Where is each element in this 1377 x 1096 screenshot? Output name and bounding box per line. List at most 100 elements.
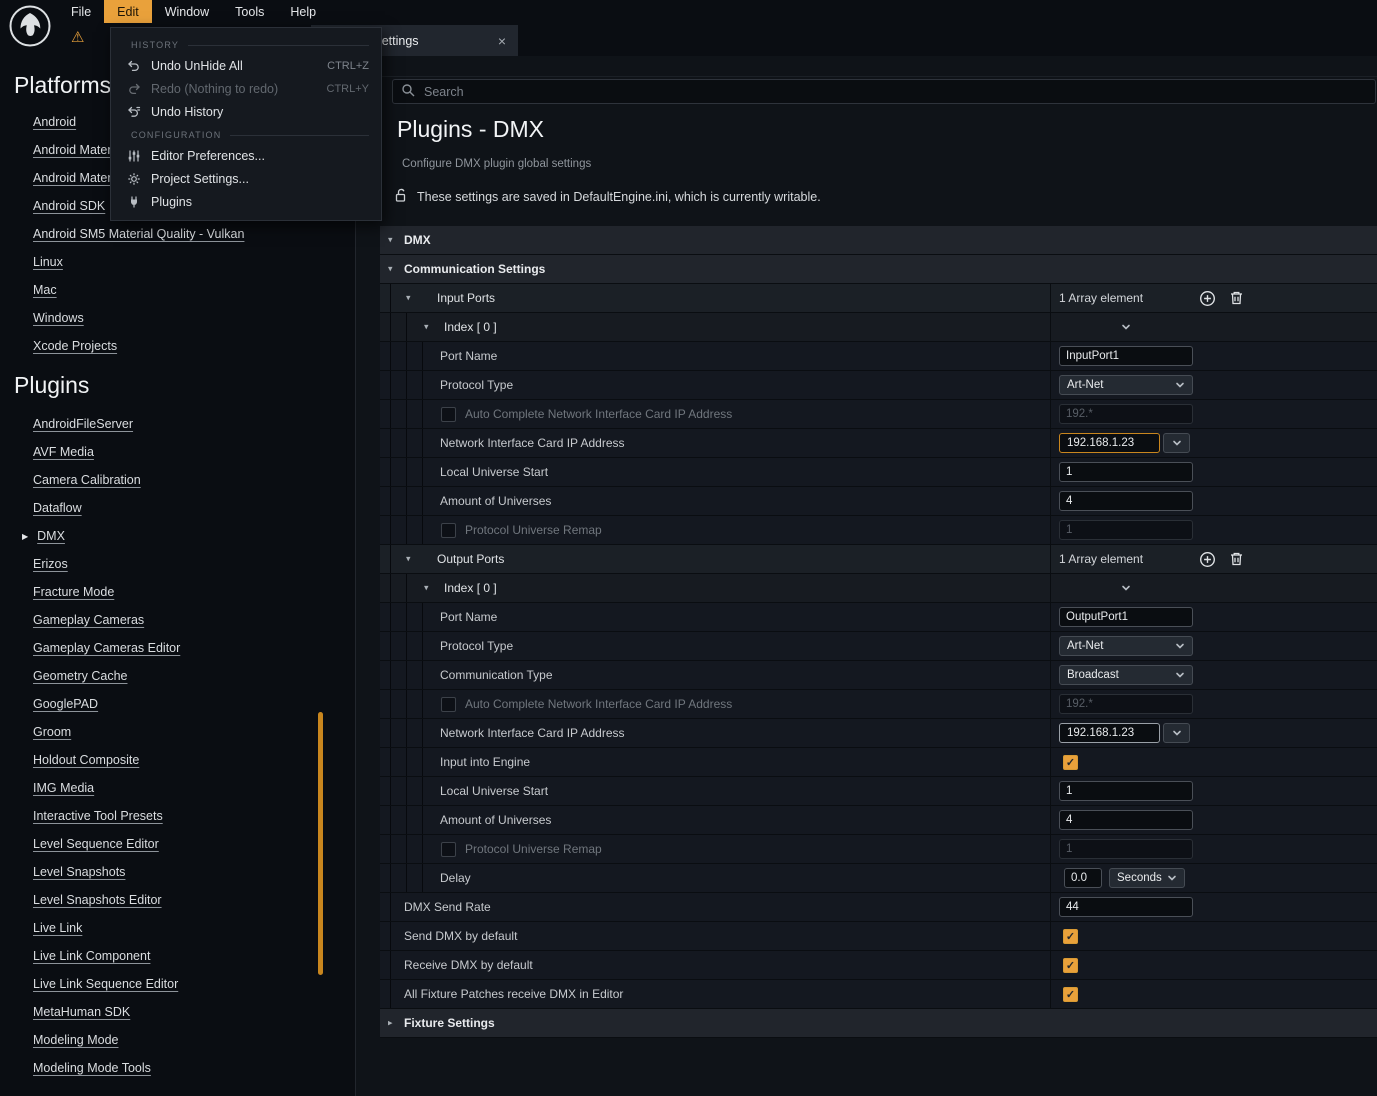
sidebar-item-level-snapshots[interactable]: Level Snapshots (0, 858, 345, 886)
clear-array-icon[interactable] (1229, 551, 1244, 567)
expander-open-icon[interactable]: ▾ (424, 322, 429, 333)
menu-item-plugins[interactable]: Plugins (111, 190, 381, 213)
all-fixture-patches-receive-dmx-in-editor-checkbox[interactable]: ✓ (1063, 987, 1078, 1002)
local-universe-start-input[interactable] (1059, 462, 1193, 482)
dmx-send-rate-input[interactable] (1059, 897, 1193, 917)
expander-open-icon[interactable]: ▾ (406, 293, 411, 304)
indent-guide (390, 458, 391, 486)
port-name-input[interactable] (1059, 607, 1193, 627)
sidebar-item-geometry-cache[interactable]: Geometry Cache (0, 662, 345, 690)
settings-search[interactable] (392, 79, 1376, 104)
sidebar-item-label: Interactive Tool Presets (33, 809, 163, 823)
network-interface-card-ip-address-input[interactable] (1059, 723, 1160, 743)
sidebar-item-gameplay-cameras-editor[interactable]: Gameplay Cameras Editor (0, 634, 345, 662)
category-label[interactable]: DMX (404, 233, 431, 247)
collapse-chevron-icon[interactable] (1121, 322, 1131, 332)
amount-of-universes-value-cell (1050, 806, 1377, 834)
protocol-type-select[interactable]: Art-Net (1059, 636, 1193, 656)
index-label[interactable]: Index [ 0 ] (444, 320, 497, 334)
auto-complete-network-interface-card-ip-address-checkbox[interactable] (441, 407, 456, 422)
protocol-universe-remap-checkbox[interactable] (441, 523, 456, 538)
combo-dropdown-button[interactable] (1163, 723, 1190, 743)
expander-open-icon[interactable]: ▾ (388, 235, 393, 246)
array-label[interactable]: Input Ports (437, 291, 495, 305)
sidebar-item-dataflow[interactable]: Dataflow (0, 494, 345, 522)
sidebar-item-erizos[interactable]: Erizos (0, 550, 345, 578)
sidebar-item-live-link-component[interactable]: Live Link Component (0, 942, 345, 970)
sidebar-item-metahuman-sdk[interactable]: MetaHuman SDK (0, 998, 345, 1026)
menubar-item-edit[interactable]: Edit (104, 0, 152, 23)
expander-open-icon[interactable]: ▾ (406, 554, 411, 565)
unreal-engine-logo[interactable] (7, 3, 53, 52)
expander-open-icon[interactable]: ▾ (388, 264, 393, 275)
network-interface-card-ip-address-input[interactable] (1059, 433, 1160, 453)
local-universe-start-input[interactable] (1059, 781, 1193, 801)
menu-item-editor-preferences[interactable]: Editor Preferences... (111, 144, 381, 167)
protocol-type-select[interactable]: Art-Net (1059, 375, 1193, 395)
sidebar-item-live-link[interactable]: Live Link (0, 914, 345, 942)
indent-guide (406, 777, 407, 805)
sidebar-item-holdout-composite[interactable]: Holdout Composite (0, 746, 345, 774)
sidebar-item-windows[interactable]: Windows (0, 304, 345, 332)
sidebar-item-modeling-mode-tools[interactable]: Modeling Mode Tools (0, 1054, 345, 1082)
sidebar-item-linux[interactable]: Linux (0, 248, 345, 276)
combo-dropdown-button[interactable] (1163, 433, 1190, 453)
delay-unit-select[interactable]: Seconds (1109, 868, 1185, 888)
sidebar-item-modeling-mode[interactable]: Modeling Mode (0, 1026, 345, 1054)
menubar-item-help[interactable]: Help (277, 0, 329, 23)
menubar-item-tools[interactable]: Tools (222, 0, 277, 23)
port-name-input[interactable] (1059, 346, 1193, 366)
category-label[interactable]: Communication Settings (404, 262, 545, 276)
sidebar-item-img-media[interactable]: IMG Media (0, 774, 345, 802)
protocol-universe-remap-checkbox[interactable] (441, 842, 456, 857)
protocol-universe-remap-input (1059, 839, 1193, 859)
sidebar-item-avf-media[interactable]: AVF Media (0, 438, 345, 466)
indent-guide (406, 574, 407, 602)
menubar-item-file[interactable]: File (58, 0, 104, 23)
menu-item-undo-history[interactable]: Undo History (111, 100, 381, 123)
collapse-chevron-icon[interactable] (1121, 583, 1131, 593)
index-label[interactable]: Index [ 0 ] (444, 581, 497, 595)
sidebar-item-fracture-mode[interactable]: Fracture Mode (0, 578, 345, 606)
input-into-engine-checkbox[interactable]: ✓ (1063, 755, 1078, 770)
add-array-element-icon[interactable] (1199, 551, 1216, 568)
sidebar-item-interactive-tool-presets[interactable]: Interactive Tool Presets (0, 802, 345, 830)
sidebar-item-android-sm5-material-quality-vulkan[interactable]: Android SM5 Material Quality - Vulkan (0, 220, 345, 248)
sidebar-item-level-sequence-editor[interactable]: Level Sequence Editor (0, 830, 345, 858)
sidebar-item-googlepad[interactable]: GooglePAD (0, 690, 345, 718)
sidebar-scrollbar[interactable] (318, 712, 323, 975)
add-array-element-icon[interactable] (1199, 290, 1216, 307)
sidebar-item-androidfileserver[interactable]: AndroidFileServer (0, 410, 345, 438)
menubar-item-window[interactable]: Window (152, 0, 222, 23)
clear-array-icon[interactable] (1229, 290, 1244, 306)
menu-item-undo-unhide-all[interactable]: Undo UnHide AllCTRL+Z (111, 54, 381, 77)
expander-closed-icon[interactable]: ▸ (388, 1018, 393, 1029)
unlocked-padlock-icon[interactable] (394, 188, 408, 206)
sidebar-item-xcode-projects[interactable]: Xcode Projects (0, 332, 345, 360)
category-label[interactable]: Fixture Settings (404, 1016, 495, 1030)
search-input[interactable] (422, 84, 1367, 100)
select-value: Art-Net (1067, 379, 1103, 391)
array-label[interactable]: Output Ports (437, 552, 504, 566)
indent-guide (390, 487, 391, 515)
sidebar-item-dmx[interactable]: ▶DMX (0, 522, 345, 550)
tab-close-icon[interactable]: × (498, 33, 506, 49)
sidebar-item-mac[interactable]: Mac (0, 276, 345, 304)
receive-dmx-by-default-checkbox[interactable]: ✓ (1063, 958, 1078, 973)
menu-item-project-settings[interactable]: Project Settings... (111, 167, 381, 190)
auto-complete-network-interface-card-ip-address-checkbox[interactable] (441, 697, 456, 712)
sidebar-item-groom[interactable]: Groom (0, 718, 345, 746)
sidebar-item-live-link-sequence-editor[interactable]: Live Link Sequence Editor (0, 970, 345, 998)
delay-input[interactable] (1064, 868, 1102, 888)
auto-complete-network-interface-card-ip-address-value-cell (1050, 400, 1377, 428)
indent-guide (390, 690, 391, 718)
amount-of-universes-input[interactable] (1059, 810, 1193, 830)
send-dmx-by-default-checkbox[interactable]: ✓ (1063, 929, 1078, 944)
sidebar-item-camera-calibration[interactable]: Camera Calibration (0, 466, 345, 494)
expander-open-icon[interactable]: ▾ (424, 583, 429, 594)
communication-type-select[interactable]: Broadcast (1059, 665, 1193, 685)
sidebar-item-label: Xcode Projects (33, 339, 117, 353)
sidebar-item-gameplay-cameras[interactable]: Gameplay Cameras (0, 606, 345, 634)
sidebar-item-level-snapshots-editor[interactable]: Level Snapshots Editor (0, 886, 345, 914)
amount-of-universes-input[interactable] (1059, 491, 1193, 511)
